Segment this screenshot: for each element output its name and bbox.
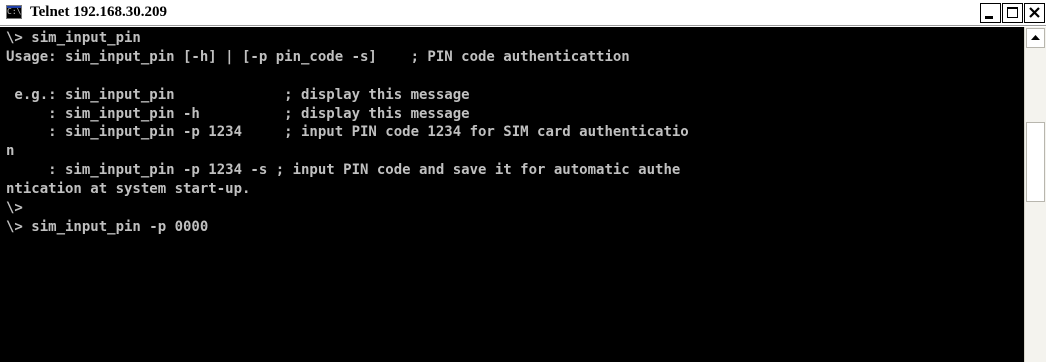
- console-line: \> sim_input_pin -p 0000: [6, 218, 209, 235]
- title-bar[interactable]: C:\ Telnet 192.168.30.209: [0, 0, 1046, 26]
- minimize-button[interactable]: [980, 3, 1001, 23]
- console-icon[interactable]: C:\: [6, 5, 22, 19]
- console-line: Usage: sim_input_pin [-h] | [-p pin_code…: [6, 48, 630, 65]
- close-button[interactable]: [1024, 3, 1045, 23]
- console-line: \> sim_input_pin: [6, 30, 141, 46]
- maximize-button[interactable]: [1002, 3, 1023, 23]
- vertical-scrollbar[interactable]: [1024, 27, 1046, 362]
- telnet-window: C:\ Telnet 192.168.30.209 \> sim_input_p…: [0, 0, 1046, 362]
- maximize-icon: [1007, 7, 1018, 18]
- close-icon: [1029, 7, 1040, 18]
- console-line: \>: [6, 200, 23, 217]
- console-line: : sim_input_pin -h ; display this messag…: [6, 105, 470, 122]
- console-line: e.g.: sim_input_pin ; display this messa…: [6, 86, 470, 103]
- window-controls: [979, 3, 1045, 23]
- console-line: n: [6, 143, 15, 160]
- console-line: ntication at system start-up.: [6, 181, 251, 198]
- console-line: : sim_input_pin -p 1234 ; input PIN code…: [6, 124, 689, 141]
- scroll-up-button[interactable]: [1026, 28, 1045, 48]
- window-title: Telnet 192.168.30.209: [30, 4, 167, 20]
- scrollbar-thumb[interactable]: [1026, 122, 1045, 202]
- arrow-up-icon: [1031, 35, 1040, 40]
- console-output[interactable]: \> sim_input_pin Usage: sim_input_pin [-…: [0, 27, 1024, 362]
- minimize-icon: [985, 16, 993, 19]
- console-line: : sim_input_pin -p 1234 -s ; input PIN c…: [6, 162, 681, 179]
